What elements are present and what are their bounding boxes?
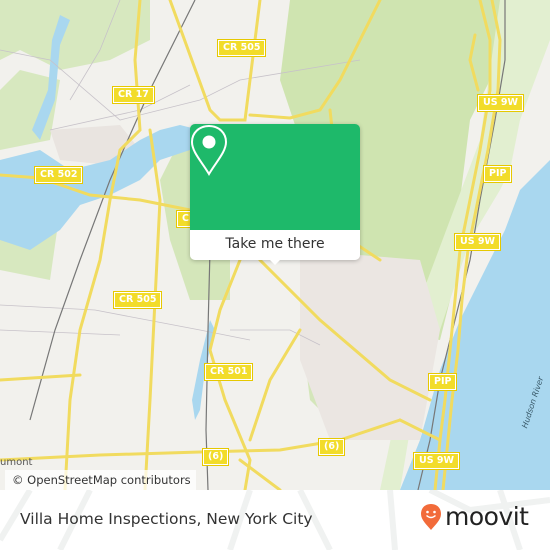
road-shield-route6-east: (6) [317,438,346,456]
location-popup: Take me there [190,124,360,265]
road-shield-pip-north: PIP [482,165,513,183]
footer-bar: Villa Home Inspections, New York City mo… [0,490,550,550]
road-shield-cr17: CR 17 [112,86,155,104]
moovit-logo[interactable]: moovit [420,502,529,531]
brand-name: moovit [445,502,529,531]
road-shield-cr501: CR 501 [203,363,254,381]
road-shield-cr502: CR 502 [33,166,84,184]
moovit-pin-icon [421,503,441,530]
popup-pointer [268,258,282,265]
road-shield-cr505-south: CR 505 [112,291,163,309]
map-attribution[interactable]: © OpenStreetMap contributors [5,470,196,490]
road-shield-pip-south: PIP [427,373,458,391]
popup-header [190,124,360,230]
road-shield-route6-west: (6) [201,448,230,466]
road-shield-us9w-north: US 9W [477,94,524,112]
place-title: Villa Home Inspections, New York City [20,510,313,528]
place-label: umont [0,457,33,468]
road-shield-us9w-mid: US 9W [454,233,501,251]
map-view[interactable]: CR 505 CR 17 CR 502 CR 505 CR 501 (6) (6… [0,0,550,490]
take-me-there-button[interactable]: Take me there [190,230,360,260]
location-pin-icon [190,124,228,176]
road-shield-us9w-south: US 9W [413,452,460,470]
road-shield-cr505-north: CR 505 [216,39,267,57]
